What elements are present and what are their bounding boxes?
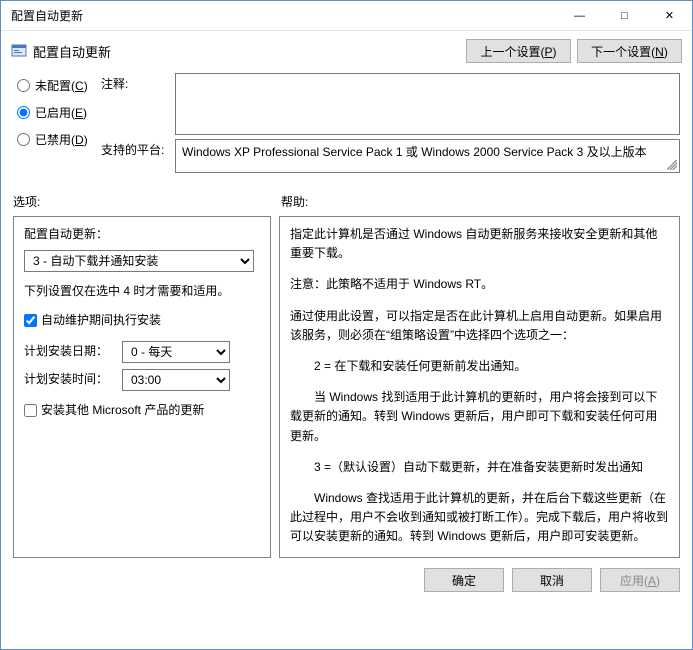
radio-not-configured-label: 未配置(C): [35, 77, 88, 94]
comment-label: 注释:: [101, 73, 175, 92]
help-panel: 指定此计算机是否通过 Windows 自动更新服务来接收安全更新和其他重要下载。…: [279, 216, 680, 558]
radio-not-configured[interactable]: [17, 79, 30, 92]
maintenance-install-checkbox[interactable]: [24, 314, 37, 327]
options-panel: 配置自动更新： 3 - 自动下载并通知安装 下列设置仅在选中 4 时才需要和适用…: [13, 216, 271, 558]
radio-enabled[interactable]: [17, 106, 30, 119]
help-section-label: 帮助:: [281, 193, 680, 210]
lower-panels: 配置自动更新： 3 - 自动下载并通知安装 下列设置仅在选中 4 时才需要和适用…: [1, 216, 692, 558]
maintenance-install-label: 自动维护期间执行安装: [41, 311, 161, 330]
cancel-button[interactable]: 取消: [512, 568, 592, 592]
ok-button[interactable]: 确定: [424, 568, 504, 592]
policy-icon: [11, 43, 27, 59]
options-section-label: 选项:: [13, 193, 281, 210]
radio-disabled[interactable]: [17, 133, 30, 146]
help-paragraph: 通过使用此设置，可以指定是否在此计算机上启用自动更新。如果启用该服务，则必须在“…: [290, 307, 669, 345]
schedule-time-select[interactable]: 03:00: [122, 369, 230, 391]
help-paragraph: Windows 查找适用于此计算机的更新，并在后台下载这些更新（在此过程中，用户…: [290, 489, 669, 547]
comment-block: 注释: 支持的平台: Windows XP Professional Servi…: [101, 73, 692, 183]
window-title: 配置自动更新: [1, 7, 557, 24]
schedule-day-label: 计划安装日期：: [24, 342, 116, 361]
apply-button[interactable]: 应用(A): [600, 568, 680, 592]
options-note: 下列设置仅在选中 4 时才需要和适用。: [24, 282, 260, 301]
supported-label: 支持的平台:: [101, 139, 175, 158]
header: 配置自动更新 上一个设置(P) 下一个设置(N): [1, 31, 692, 73]
maximize-button[interactable]: □: [602, 1, 647, 31]
radio-enabled-label: 已启用(E): [35, 104, 87, 121]
minimize-button[interactable]: —: [557, 1, 602, 31]
section-labels: 选项: 帮助:: [1, 183, 692, 216]
next-setting-button[interactable]: 下一个设置(N): [577, 39, 682, 63]
other-products-checkbox[interactable]: [24, 404, 37, 417]
help-paragraph: 2 = 在下载和安装任何更新前发出通知。: [290, 357, 669, 376]
help-paragraph: 注意：此策略不适用于 Windows RT。: [290, 275, 669, 294]
configure-updates-select[interactable]: 3 - 自动下载并通知安装: [24, 250, 254, 272]
help-paragraph: 当 Windows 找到适用于此计算机的更新时，用户将会接到可以下载更新的通知。…: [290, 388, 669, 446]
comment-textarea[interactable]: [175, 73, 680, 135]
help-paragraph: 3 =（默认设置）自动下载更新，并在准备安装更新时发出通知: [290, 458, 669, 477]
help-paragraph: 指定此计算机是否通过 Windows 自动更新服务来接收安全更新和其他重要下载。: [290, 225, 669, 263]
page-title: 配置自动更新: [33, 42, 111, 61]
configure-updates-label: 配置自动更新：: [24, 225, 260, 244]
close-button[interactable]: ✕: [647, 1, 692, 31]
supported-on-box: Windows XP Professional Service Pack 1 或…: [175, 139, 680, 173]
other-products-label: 安装其他 Microsoft 产品的更新: [41, 401, 204, 420]
radio-disabled-label: 已禁用(D): [35, 131, 88, 148]
previous-setting-button[interactable]: 上一个设置(P): [466, 39, 571, 63]
schedule-time-label: 计划安装时间：: [24, 370, 116, 389]
schedule-day-select[interactable]: 0 - 每天: [122, 341, 230, 363]
state-radiogroup: 未配置(C) 已启用(E) 已禁用(D): [1, 73, 101, 152]
dialog-footer: 确定 取消 应用(A): [1, 558, 692, 602]
titlebar: 配置自动更新 — □ ✕: [1, 1, 692, 31]
